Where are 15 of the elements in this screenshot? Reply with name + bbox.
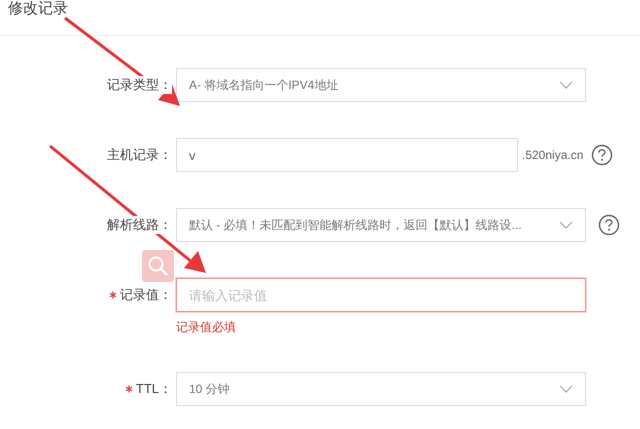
- dropdown[interactable]: A- 将域名指向一个IPV4地址: [176, 68, 586, 102]
- search-icon: [147, 255, 169, 277]
- text-field[interactable]: v: [176, 138, 518, 172]
- chevron-down-icon: [559, 81, 573, 89]
- field-label: 记录类型：: [107, 76, 172, 94]
- help-icon[interactable]: [591, 144, 614, 166]
- chevron-down-icon: [559, 221, 573, 229]
- text-field[interactable]: 请输入记录值: [176, 278, 586, 312]
- chevron-down-icon: [559, 385, 573, 393]
- dropdown[interactable]: 默认 - 必填！未匹配到智能解析线路时，返回【默认】线路设...: [176, 208, 586, 242]
- dialog-title: 修改记录: [8, 0, 68, 17]
- error-message: 记录值必填: [176, 319, 236, 336]
- help-icon[interactable]: [598, 214, 620, 236]
- domain-suffix: .520niya.cn: [522, 148, 584, 162]
- dropdown[interactable]: 10 分钟: [176, 372, 586, 406]
